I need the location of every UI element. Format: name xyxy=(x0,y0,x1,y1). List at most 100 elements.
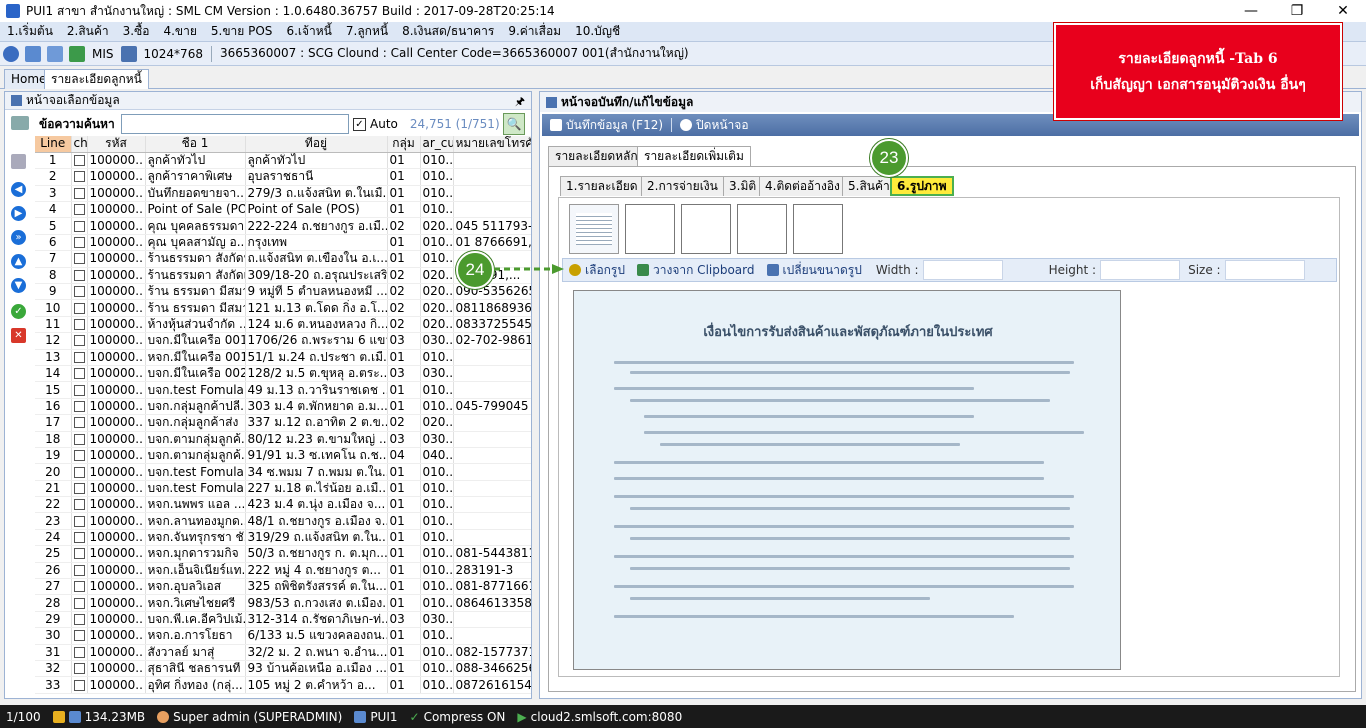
tab-sub-contact[interactable]: 4.ติดต่ออ้างอิง xyxy=(759,176,846,196)
cell-check[interactable] xyxy=(71,431,88,448)
image-thumbnail-5[interactable] xyxy=(793,204,843,254)
cell-check[interactable] xyxy=(71,299,88,317)
table-row[interactable]: 1 100000.. ลูกค้าทั่วไป ลูกค้าทั่วไป 01 010.. xyxy=(35,152,531,170)
cell-check[interactable] xyxy=(71,447,88,465)
row-checkbox[interactable] xyxy=(73,171,85,183)
search-input[interactable] xyxy=(121,114,349,134)
table-row[interactable]: 2 100000.. ลูกค้าราคาพิเศษ อุบลราชธานี 01 010… xyxy=(35,168,531,186)
cell-check[interactable] xyxy=(71,512,88,530)
row-checkbox[interactable] xyxy=(73,400,85,412)
cell-check[interactable] xyxy=(71,594,88,612)
table-row[interactable]: 32 100000.. สุธาสินี ชลธารนที 93 บ้านค้อเหน… xyxy=(35,660,531,678)
table-row[interactable]: 3 100000.. บันทึกยอดขายจา... 279/3 ถ.แจ้งสน… xyxy=(35,185,531,203)
cell-check[interactable] xyxy=(71,267,88,285)
row-checkbox[interactable] xyxy=(73,318,85,330)
confirm-icon[interactable]: ✓ xyxy=(11,304,26,319)
column-header-check[interactable]: ch xyxy=(71,136,88,153)
image-thumbnail-3[interactable] xyxy=(681,204,731,254)
row-checkbox[interactable] xyxy=(73,466,85,478)
menu-item-accounting[interactable]: 10.บัญชี xyxy=(568,22,627,41)
select-image-button[interactable]: เลือกรูป xyxy=(569,261,625,280)
tab-extra-detail[interactable]: รายละเอียดเพิ่มเติม xyxy=(637,146,751,166)
row-checkbox[interactable] xyxy=(73,433,85,445)
table-row[interactable]: 5 100000..คุณ บุคคลธรรมดา ...222-224 ถ.ชย… xyxy=(35,217,531,235)
cell-check[interactable] xyxy=(71,578,88,596)
pin-icon[interactable]: 🖈 xyxy=(515,93,525,112)
row-checkbox[interactable] xyxy=(73,335,85,347)
cell-check[interactable] xyxy=(71,168,88,186)
table-row[interactable]: 21 100000..บจก.test Fomula ...227 ม.18 ต.… xyxy=(35,480,531,498)
table-row[interactable]: 11 100000.. ห้างหุ้นส่วนจำกัด ... 124 ม.6 ต… xyxy=(35,316,531,334)
row-checkbox[interactable] xyxy=(73,548,85,560)
width-field[interactable] xyxy=(922,260,1003,280)
cell-check[interactable] xyxy=(71,332,88,350)
resolution-label[interactable]: 1024*768 xyxy=(144,47,203,61)
menu-item-sell[interactable]: 4.ขาย xyxy=(156,22,203,41)
table-row[interactable]: 31 100000.. สังวาลย์ มาสุ่ 32/2 ม. 2 ถ.พนา … xyxy=(35,644,531,662)
up-record-icon[interactable]: ▲ xyxy=(11,254,26,269)
chart-icon[interactable] xyxy=(69,45,85,62)
cell-check[interactable] xyxy=(71,644,88,662)
row-checkbox[interactable] xyxy=(73,253,85,265)
table-row[interactable]: 9 100000..ร้าน ธรรมดา มีสมา...9 หมู่ที่ 5… xyxy=(35,283,531,301)
maximize-button[interactable]: ❐ xyxy=(1274,0,1320,22)
table-row[interactable]: 27 100000.. หจก.อุบลวิเอส 325 ถพิชิตรังสรรค… xyxy=(35,578,531,596)
row-checkbox[interactable] xyxy=(73,237,85,249)
row-checkbox[interactable] xyxy=(73,286,85,298)
last-record-icon[interactable]: » xyxy=(11,230,26,245)
paste-clipboard-button[interactable]: วางจาก Clipboard xyxy=(637,261,755,280)
row-checkbox[interactable] xyxy=(73,630,85,642)
row-checkbox[interactable] xyxy=(73,204,85,216)
table-row[interactable]: 12 100000.. บจก.มีในเครือ 001 1706/26 ถ.พระ… xyxy=(35,332,531,350)
table-row[interactable]: 23 100000.. หจก.ลานทองมูกด... 48/1 ถ.ชยางกู… xyxy=(35,512,531,530)
column-header-address[interactable]: ที่อยู่ xyxy=(245,136,388,153)
height-field[interactable] xyxy=(1100,260,1181,280)
tab-sub-detail[interactable]: 1.รายละเอียด xyxy=(560,176,644,196)
close-screen-button[interactable]: ปิดหน้าจอ xyxy=(672,116,757,135)
table-row[interactable]: 13 100000.. หจก.มีในเครือ 001 51/1 ม.24 ถ.ป… xyxy=(35,349,531,366)
menu-item-depreciation[interactable]: 9.ค่าเสื่อม xyxy=(501,22,568,41)
row-checkbox[interactable] xyxy=(73,679,85,691)
row-checkbox[interactable] xyxy=(73,499,85,511)
table-row[interactable]: 28 100000.. หจก.วิเศษไชยศรี 983/53 ถ.กวงเสง… xyxy=(35,594,531,612)
close-button[interactable]: ✕ xyxy=(1320,0,1366,22)
calendar-icon[interactable] xyxy=(47,45,63,62)
minimize-button[interactable]: — xyxy=(1228,0,1274,22)
column-header-line[interactable]: Line xyxy=(35,136,72,153)
save-button[interactable]: บันทึกข้อมูล (F12) xyxy=(542,116,671,135)
table-row[interactable]: 16 100000.. บจก.กลุ่มลูกค้าปลี... 303 ม.4 ต… xyxy=(35,398,531,416)
column-header-phone[interactable]: หมายเลขโทรศัพ xyxy=(453,136,531,153)
table-row[interactable]: 15 100000..บจก.test Fomula ...49 ม.13 ถ.ว… xyxy=(35,381,531,399)
cell-check[interactable] xyxy=(71,250,88,268)
filter-icon[interactable] xyxy=(11,116,29,130)
tab-debtor-detail[interactable]: รายละเอียดลูกหนี้ xyxy=(44,69,149,89)
table-row[interactable]: 10 100000..ร้าน ธรรมดา มีสมา...121 ม.13 ต… xyxy=(35,299,531,317)
table-row[interactable]: 14 100000.. บจก.มีในเครือ 002 128/2 ม.5 ต.ข… xyxy=(35,365,531,383)
menu-item-cash-bank[interactable]: 8.เงินสด/ธนาคาร xyxy=(395,22,501,41)
row-checkbox[interactable] xyxy=(73,450,85,462)
table-row[interactable]: 17 100000.. บจก.กลุ่มลูกค้าส่ง 337 ม.12 ถ.อ… xyxy=(35,414,531,432)
cell-check[interactable] xyxy=(71,185,88,203)
cell-check[interactable] xyxy=(71,611,88,629)
image-thumbnail-1[interactable] xyxy=(569,204,619,254)
image-icon[interactable] xyxy=(120,45,137,62)
cell-check[interactable] xyxy=(71,660,88,678)
row-checkbox[interactable] xyxy=(73,646,85,658)
cell-check[interactable] xyxy=(71,152,88,170)
menu-item-debtor[interactable]: 7.ลูกหนี้ xyxy=(339,22,395,41)
down-record-icon[interactable]: ▼ xyxy=(11,278,26,293)
tab-main-detail[interactable]: รายละเอียดหลัก xyxy=(548,146,645,166)
search-button[interactable]: 🔍 xyxy=(503,113,525,135)
cell-check[interactable] xyxy=(71,480,88,498)
cell-check[interactable] xyxy=(71,365,88,383)
row-checkbox[interactable] xyxy=(73,269,85,281)
table-row[interactable]: 6 100000.. คุณ บุคลสามัญ อ... กรุงเทพ 01 010.… xyxy=(35,234,531,252)
cell-check[interactable] xyxy=(71,217,88,235)
cell-check[interactable] xyxy=(71,283,88,301)
table-row[interactable]: 19 100000.. บจก.ตามกลุ่มลูกค้... 91/91 ม.3 … xyxy=(35,447,531,465)
cell-check[interactable] xyxy=(71,234,88,252)
row-checkbox[interactable] xyxy=(73,515,85,527)
tab-sub-images[interactable]: 6.รูปภาพ xyxy=(890,176,954,196)
menu-item-creditor[interactable]: 6.เจ้าหนี้ xyxy=(279,22,338,41)
cell-check[interactable] xyxy=(71,529,88,547)
